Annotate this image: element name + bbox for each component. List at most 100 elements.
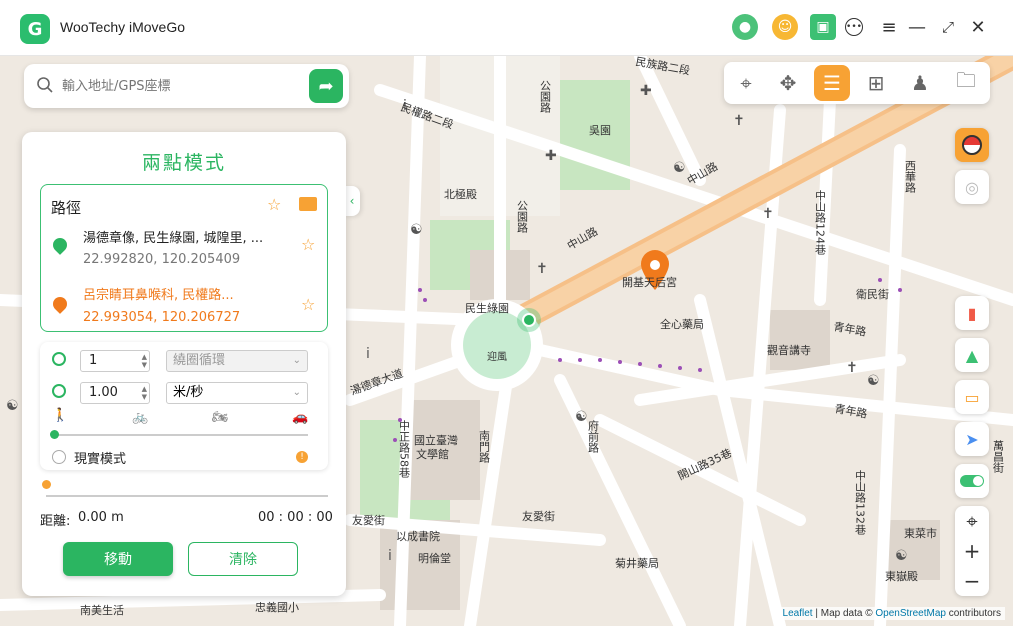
svg-text:✝: ✝ — [846, 360, 858, 376]
favorite-start-icon[interactable]: ☆ — [301, 235, 315, 254]
title-bar: G WooTechy iMoveGo ● ☺ ▣ ••• ≡ — ⤢ ✕ — [0, 0, 1013, 56]
speed-slider[interactable] — [52, 434, 308, 436]
svg-text:北極殿: 北極殿 — [444, 187, 477, 201]
search-icon — [37, 77, 53, 93]
speed-icon — [52, 384, 66, 398]
svg-text:☯: ☯ — [673, 160, 686, 176]
search-input[interactable] — [62, 74, 292, 98]
locate-me-icon[interactable]: ⌖ — [955, 506, 989, 536]
svg-text:南門路: 南門路 — [478, 430, 491, 464]
two-spot-panel: 兩點模式 路徑 ☆ 湯德章像, 民生綠園, 城隍里, ... 22.992820… — [22, 132, 346, 596]
chat-icon[interactable]: ••• — [845, 18, 863, 36]
svg-text:東嶽殿: 東嶽殿 — [885, 570, 918, 583]
start-point-icon — [50, 235, 70, 255]
close-icon[interactable]: ✕ — [967, 16, 989, 38]
svg-text:i: i — [366, 346, 370, 362]
fullscreen-icon[interactable]: ⤢ — [937, 16, 959, 38]
end-point-name: 呂宗睛耳鼻喉科, 民權路... — [83, 288, 234, 303]
car-icon[interactable]: 🚗 — [292, 410, 308, 425]
timer-icon — [52, 352, 66, 366]
speed-slider-thumb[interactable] — [50, 430, 59, 439]
svg-text:✝: ✝ — [536, 261, 548, 277]
svg-text:以成書院: 以成書院 — [396, 529, 440, 543]
search-go-button[interactable]: ➦ — [309, 69, 343, 103]
svg-text:東菜市: 東菜市 — [904, 526, 937, 540]
bike-icon[interactable]: 🚲 — [132, 410, 148, 425]
search-bar: ➦ — [24, 64, 349, 108]
svg-text:衛民街: 衛民街 — [856, 287, 889, 301]
move-button[interactable]: 移動 — [63, 542, 173, 576]
favorite-end-icon[interactable]: ☆ — [301, 295, 315, 314]
minimize-icon[interactable]: — — [906, 16, 928, 38]
joystick-mode-icon[interactable]: ♟ — [902, 65, 938, 101]
user-avatar-icon[interactable]: ● — [732, 14, 758, 40]
svg-text:文學館: 文學館 — [416, 447, 449, 461]
svg-text:觀音講寺: 觀音講寺 — [767, 343, 811, 357]
distance-value: 0.00 m — [78, 510, 124, 525]
distance-label: 距離: — [40, 514, 71, 529]
pokeball-gray-icon[interactable]: ◎ — [955, 170, 989, 204]
svg-text:中山路124巷: 中山路124巷 — [814, 190, 827, 255]
motorcycle-icon[interactable]: 🏍 — [212, 410, 229, 425]
menu-icon[interactable]: ≡ — [878, 16, 900, 38]
map-label-minsheng: 民生綠園 — [465, 301, 509, 315]
progress-thumb[interactable] — [42, 480, 51, 489]
redirect-arrow-icon: ➦ — [318, 75, 334, 97]
svg-text:友愛街: 友愛街 — [522, 509, 555, 523]
repeat-mode-select[interactable]: 繞圈循環 ⌄ — [166, 350, 308, 372]
emoji-icon[interactable]: ☺ — [772, 14, 798, 40]
svg-text:忠義國小: 忠義國小 — [255, 600, 299, 614]
svg-text:南美生活: 南美生活 — [80, 603, 124, 617]
send-icon[interactable]: ➤ — [955, 422, 989, 456]
osm-link[interactable]: OpenStreetMap — [875, 608, 946, 619]
svg-text:中正路58巷: 中正路58巷 — [398, 420, 411, 478]
svg-text:中山路132巷: 中山路132巷 — [854, 470, 867, 535]
gift-icon[interactable]: ▣ — [810, 14, 836, 40]
svg-text:✝: ✝ — [733, 113, 745, 129]
zoom-out-button[interactable]: − — [955, 566, 989, 596]
info-icon[interactable]: ! — [296, 451, 308, 463]
svg-text:菊井藥局: 菊井藥局 — [615, 556, 659, 570]
shirt-icon[interactable]: ▲ — [955, 338, 989, 372]
card-icon[interactable]: ▭ — [955, 380, 989, 414]
folder-icon[interactable] — [299, 197, 317, 211]
teleport-mode-icon[interactable]: ⌖ — [728, 65, 764, 101]
favorite-route-icon[interactable]: ☆ — [267, 195, 281, 214]
start-point-coords: 22.992820, 120.205409 — [83, 252, 241, 267]
svg-text:迎風: 迎風 — [487, 351, 507, 363]
history-icon[interactable]: 🗀 — [948, 65, 984, 101]
walk-icon[interactable]: 🚶 — [52, 408, 68, 423]
repeat-count-input[interactable]: 1 ▲ ▼ — [80, 350, 150, 372]
app-logo-icon: G — [20, 14, 50, 44]
chevron-down-icon: ⌄ — [292, 387, 301, 398]
phone-icon[interactable]: ▮ — [955, 296, 989, 330]
two-spot-mode-icon[interactable]: ☰ — [814, 65, 850, 101]
route-label: 路徑 — [51, 199, 82, 217]
svg-text:西華路: 西華路 — [904, 160, 917, 194]
settings-box: 1 ▲ ▼ 繞圈循環 ⌄ 1.00 ▲ ▼ 米/秒 ⌄ 🚶 🚲 🏍 🚗 現實模式 ! — [40, 342, 328, 470]
clear-button[interactable]: 清除 — [188, 542, 298, 576]
toggle-icon[interactable] — [955, 464, 989, 498]
pokeball-icon[interactable] — [955, 128, 989, 162]
speed-input[interactable]: 1.00 ▲ ▼ — [80, 382, 150, 404]
svg-text:吳園: 吳園 — [589, 124, 611, 137]
zoom-controls: ⌖ + − — [955, 506, 989, 596]
stepper-arrows-icon[interactable]: ▲ ▼ — [142, 385, 147, 401]
leaflet-link[interactable]: Leaflet — [783, 608, 813, 619]
realistic-mode-label: 現實模式 — [74, 452, 127, 467]
svg-text:萬昌街: 萬昌街 — [992, 440, 1005, 474]
svg-text:公園路: 公園路 — [516, 200, 529, 234]
speed-unit-select[interactable]: 米/秒 ⌄ — [166, 382, 308, 404]
panel-title: 兩點模式 — [141, 152, 226, 174]
stepper-arrows-icon[interactable]: ▲ ▼ — [142, 353, 147, 369]
map-attribution: Leaflet | Map data © OpenStreetMap contr… — [778, 607, 1005, 620]
move-drag-icon[interactable]: ✥ — [770, 65, 806, 101]
svg-text:☯: ☯ — [895, 548, 908, 564]
realistic-mode-radio[interactable] — [52, 450, 66, 464]
svg-text:明倫堂: 明倫堂 — [418, 551, 451, 565]
svg-text:友愛街: 友愛街 — [352, 513, 385, 527]
panel-collapse-button[interactable]: ‹ — [344, 186, 360, 216]
chevron-down-icon: ⌄ — [292, 355, 301, 366]
zoom-in-button[interactable]: + — [955, 536, 989, 566]
multi-spot-mode-icon[interactable]: ⊞ — [858, 65, 894, 101]
